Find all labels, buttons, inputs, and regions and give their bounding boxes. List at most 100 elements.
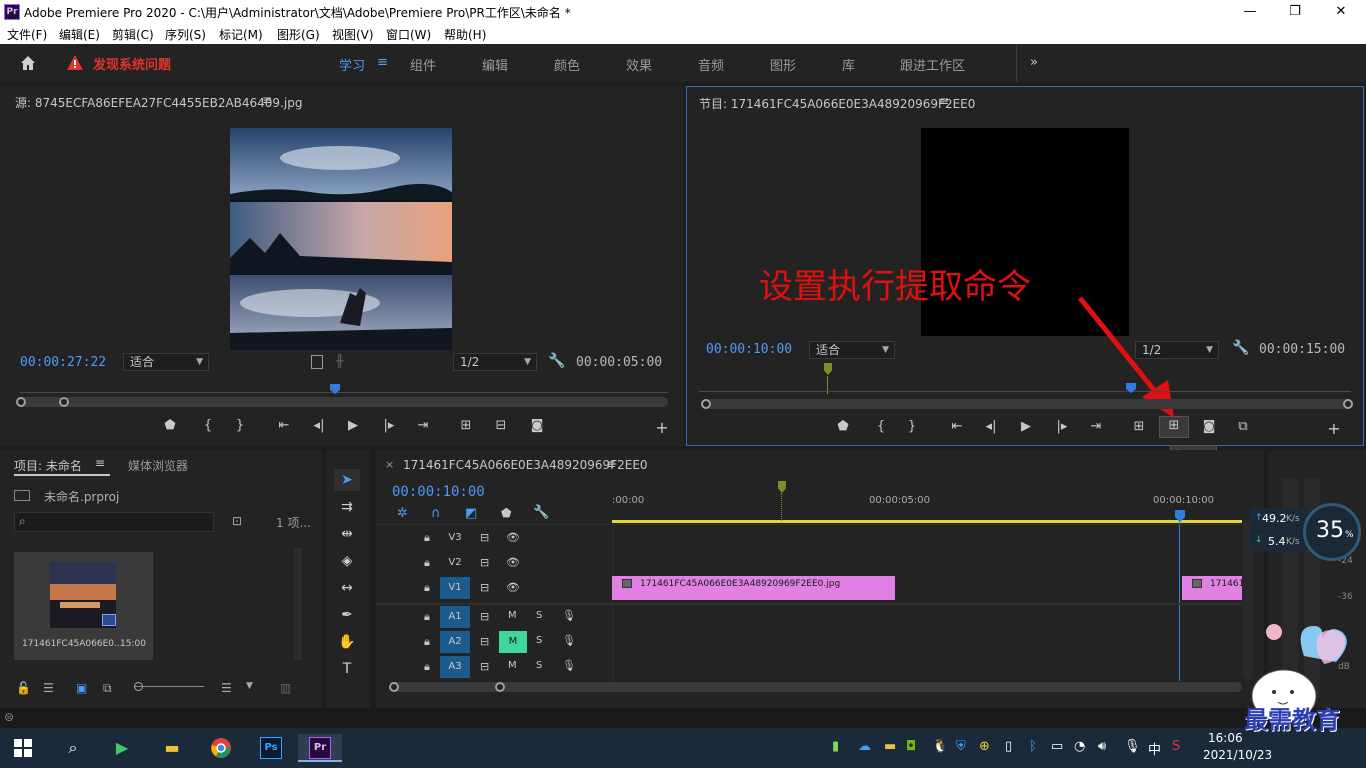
mute-button[interactable]: M: [508, 610, 517, 621]
tab-color[interactable]: 颜色: [554, 55, 580, 74]
pen-tool-icon[interactable]: ✒: [334, 604, 360, 626]
mute-button-active[interactable]: M: [499, 631, 527, 653]
step-back-icon[interactable]: ◂|: [309, 417, 329, 435]
windows-start-icon[interactable]: [8, 734, 38, 762]
timeline-horizontal-scrollbar[interactable]: [390, 682, 1242, 692]
track-a1-label[interactable]: A1: [440, 606, 470, 628]
add-marker-icon[interactable]: ⬟: [501, 506, 511, 520]
panel-menu-icon[interactable]: ≡: [939, 94, 949, 108]
wrench-icon[interactable]: 🔧: [1232, 340, 1249, 356]
zoom-handle-left[interactable]: [16, 397, 26, 407]
play-icon[interactable]: ▶: [343, 417, 363, 435]
tray-volume-icon[interactable]: 🔊︎: [1098, 739, 1106, 754]
track-a3-label[interactable]: A3: [440, 656, 470, 678]
tray-cloud-icon[interactable]: ☁: [858, 739, 871, 754]
workspace-menu-icon[interactable]: ≡: [377, 55, 388, 70]
lift-icon[interactable]: ⊞: [1129, 418, 1149, 436]
timeline-timecode[interactable]: 00:00:10:00: [392, 484, 485, 500]
selection-tool-icon[interactable]: ➤: [334, 469, 360, 491]
chrome-icon[interactable]: [206, 734, 236, 762]
minimize-button[interactable]: —: [1240, 2, 1260, 22]
sync-lock-icon[interactable]: ⊟: [480, 556, 489, 569]
track-v2-label[interactable]: V2: [440, 552, 470, 574]
camera-icon[interactable]: ◙: [527, 417, 547, 435]
add-marker-icon[interactable]: ⬟: [833, 418, 853, 436]
menu-window[interactable]: 窗口(W): [386, 26, 431, 43]
program-zoom-scrollbar[interactable]: [701, 399, 1353, 409]
eye-icon[interactable]: 👁: [506, 556, 520, 569]
add-button-icon[interactable]: +: [652, 419, 672, 437]
lock-icon[interactable]: 🔓: [16, 681, 31, 695]
close-button[interactable]: ✕: [1331, 2, 1351, 22]
source-fit-dropdown[interactable]: 适合 ▼: [123, 353, 209, 371]
file-explorer-icon[interactable]: ▬: [157, 734, 187, 762]
sync-lock-icon[interactable]: ⊟: [480, 635, 489, 648]
panel-menu-icon[interactable]: ≡: [262, 93, 272, 107]
tab-review[interactable]: 跟进工作区: [900, 55, 965, 74]
program-fit-dropdown[interactable]: 适合 ▼: [809, 341, 895, 359]
clip-thumbnail-card[interactable]: 171461FC45A066E0... 15:00: [14, 552, 153, 660]
nest-toggle-icon[interactable]: ✲: [397, 506, 408, 521]
tray-shield-icon[interactable]: ⛨: [956, 739, 966, 754]
mark-out-icon[interactable]: }: [230, 417, 250, 435]
media-player-icon[interactable]: ▶: [107, 734, 137, 762]
go-to-in-icon[interactable]: ⇤: [274, 417, 294, 435]
compare-view-icon[interactable]: ⧉: [1233, 418, 1253, 436]
sync-lock-icon[interactable]: ⊟: [480, 531, 489, 544]
menu-edit[interactable]: 编辑(E): [59, 26, 100, 43]
tab-media-browser[interactable]: 媒体浏览器: [128, 457, 188, 474]
close-sequence-icon[interactable]: ×: [385, 458, 394, 471]
home-icon[interactable]: [18, 53, 38, 73]
clock-date[interactable]: 2021/10/23: [1203, 748, 1272, 762]
premiere-taskbar-icon[interactable]: Pr: [298, 734, 342, 762]
tray-usb-icon[interactable]: ▯: [1005, 739, 1012, 754]
step-forward-icon[interactable]: |▸: [379, 417, 399, 435]
menu-help[interactable]: 帮助(H): [444, 26, 486, 43]
chevron-down-icon[interactable]: ▼: [246, 681, 253, 691]
lock-icon[interactable]: 🔒︎: [424, 531, 430, 545]
tab-editing[interactable]: 编辑: [482, 55, 508, 74]
menu-graphics[interactable]: 图形(G): [277, 26, 320, 43]
v1-clip-1[interactable]: 171461FC45A066E0E3A48920969F2EE0.jpg: [612, 576, 895, 600]
source-resolution-dropdown[interactable]: 1/2 ▼: [453, 353, 537, 371]
razor-tool-icon[interactable]: ◈: [334, 550, 360, 572]
tab-learn[interactable]: 学习: [339, 55, 365, 74]
solo-button[interactable]: S: [536, 610, 542, 621]
eye-icon[interactable]: 👁: [506, 581, 520, 594]
menu-file[interactable]: 文件(F): [7, 26, 47, 43]
lock-icon[interactable]: 🔒︎: [424, 581, 430, 595]
program-current-timecode[interactable]: 00:00:10:00: [706, 342, 792, 357]
panel-menu-icon[interactable]: ≡: [606, 457, 616, 471]
program-time-ruler[interactable]: [699, 391, 1351, 392]
mark-out-icon[interactable]: }: [902, 418, 922, 436]
timeline-marker[interactable]: [824, 363, 832, 375]
go-to-out-icon[interactable]: ⇥: [1086, 418, 1106, 436]
extract-icon[interactable]: ⊞: [1159, 416, 1189, 438]
lock-icon[interactable]: 🔒︎: [424, 610, 430, 624]
panel-menu-icon[interactable]: ≡: [95, 456, 105, 470]
track-v3-label[interactable]: V3: [440, 527, 470, 549]
sort-icon[interactable]: ☰: [221, 681, 232, 695]
lock-icon[interactable]: 🔒︎: [424, 660, 430, 674]
source-time-ruler[interactable]: [20, 392, 668, 393]
sync-lock-icon[interactable]: ⊟: [480, 610, 489, 623]
tray-sogou-icon[interactable]: S: [1172, 739, 1180, 754]
play-icon[interactable]: ▶: [1016, 418, 1036, 436]
drag-audio-icon[interactable]: ╫: [336, 354, 343, 368]
sync-lock-icon[interactable]: ⊟: [480, 660, 489, 673]
tab-project[interactable]: 项目: 未命名: [14, 457, 82, 474]
camera-icon[interactable]: ◙: [1199, 418, 1219, 436]
eye-icon[interactable]: 👁: [506, 531, 520, 544]
go-to-in-icon[interactable]: ⇤: [947, 418, 967, 436]
clock-time[interactable]: 16:06: [1208, 731, 1243, 745]
menu-marker[interactable]: 标记(M): [219, 26, 263, 43]
step-forward-icon[interactable]: |▸: [1052, 418, 1072, 436]
step-back-icon[interactable]: ◂|: [981, 418, 1001, 436]
slip-tool-icon[interactable]: ↔: [334, 577, 360, 599]
project-search-input[interactable]: ⌕: [14, 512, 214, 532]
search-icon[interactable]: ⌕: [58, 734, 88, 762]
drag-video-icon[interactable]: [311, 355, 323, 369]
solo-button[interactable]: S: [536, 660, 542, 671]
add-marker-icon[interactable]: ⬟: [160, 417, 180, 435]
insert-icon[interactable]: ⊞: [456, 417, 476, 435]
